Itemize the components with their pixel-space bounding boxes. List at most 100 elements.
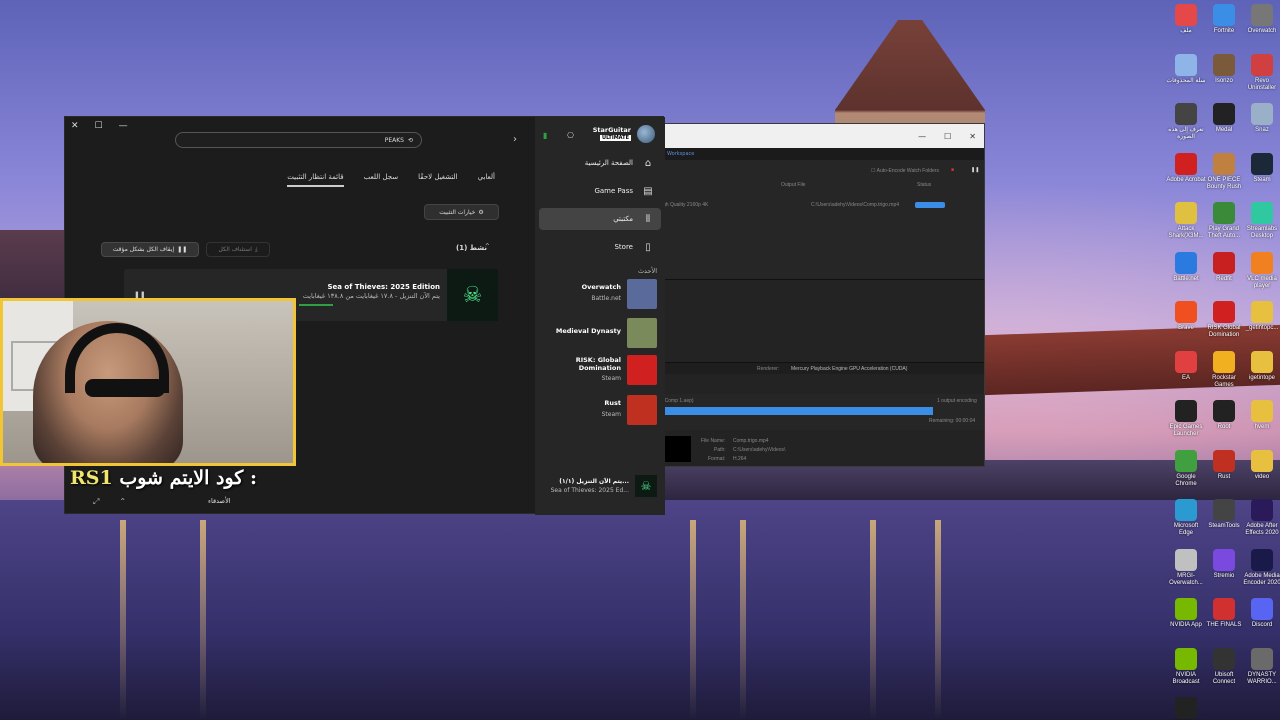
desktop-shortcut[interactable]: video (1242, 448, 1280, 481)
status-progress (915, 202, 945, 208)
recent-game-overwatch[interactable]: Overwatch Battle.net (539, 277, 661, 311)
desktop-shortcut[interactable]: Fortnite (1204, 2, 1244, 35)
pause-all-button[interactable]: إيقاف الكل بشكل مؤقت ❚❚ (101, 242, 199, 257)
desktop-shortcut[interactable]: MRGI-Overwatch... (1166, 547, 1206, 587)
sidebar-item-store[interactable]: Store ▯ (539, 236, 661, 258)
desktop-shortcut-label: Discord (1251, 622, 1273, 628)
desktop-shortcut[interactable]: Adobe Acrobat (1166, 151, 1206, 184)
sidebar-item-label: مكتبتي (613, 215, 633, 223)
desktop-shortcut[interactable]: hvem (1242, 398, 1280, 431)
desktop-shortcut[interactable]: Epic Games Launcher (1166, 398, 1206, 438)
back-chevron-icon[interactable]: › (513, 134, 517, 145)
desktop-shortcut[interactable]: Isonzo (1204, 52, 1244, 85)
desktop-shortcut[interactable]: تعرف إلى هذه الصورة (1166, 101, 1206, 141)
desktop-shortcut[interactable]: Overwatch (1242, 2, 1280, 35)
desktop-shortcut[interactable]: EA (1166, 349, 1206, 382)
desktop-shortcut[interactable]: Attack Shark(X3M... (1166, 200, 1206, 240)
tab-install-queue[interactable]: قائمة انتظار التثبيت (287, 173, 344, 187)
desktop-shortcut[interactable]: NVIDIA App (1166, 596, 1206, 629)
sidebar-item-library[interactable]: مكتبتي ⫴ (539, 208, 661, 230)
desktop-shortcut[interactable]: Play Grand Theft Auto... (1204, 200, 1244, 240)
profile[interactable]: ▮ ⎔ StarGuitar ULTIMATE (541, 123, 659, 145)
desktop-shortcut[interactable]: Brave (1166, 299, 1206, 332)
desktop-shortcut[interactable]: DYNASTY WARRIO... (1242, 646, 1280, 686)
desktop-shortcut[interactable]: Adobe After Effects 2020 (1242, 497, 1280, 537)
search-value: PEAKS (384, 136, 404, 144)
desktop-shortcut[interactable]: VLC media player (1242, 250, 1280, 290)
recent-game-medieval-dynasty[interactable]: Medieval Dynasty (539, 316, 661, 350)
desktop-shortcut[interactable]: OBS Studio (1166, 695, 1206, 720)
desktop-shortcut[interactable]: Microsoft Edge (1166, 497, 1206, 537)
desktop-shortcut[interactable]: سلة المحذوفات (1166, 52, 1206, 85)
renderer-select[interactable]: Mercury Playback Engine GPU Acceleration… (791, 366, 907, 372)
desktop-shortcut[interactable]: _getintopc... (1242, 299, 1280, 332)
expand-icon[interactable]: ⤢ (93, 497, 99, 507)
ea-icon (1175, 350, 1197, 373)
skull-icon: ☠ (462, 282, 483, 308)
desktop-shortcut[interactable]: Ubisoft Connect (1204, 646, 1244, 686)
pause-icon[interactable]: ❚❚ (971, 167, 979, 173)
controller-icon[interactable]: ⎔ (567, 131, 574, 140)
recent-game-rust[interactable]: Rust Steam (539, 393, 661, 427)
desktop-shortcut[interactable]: SteamTools (1204, 497, 1244, 530)
desktop-shortcut[interactable]: Google Chrome (1166, 448, 1206, 488)
tab-play-later[interactable]: التشغيل لاحقًا (418, 173, 457, 187)
output-path-cell[interactable]: C:\Users\adehy\Videos\Comp.trigo.mp4 (811, 202, 899, 208)
tab-play-history[interactable]: سجل اللعب (364, 173, 399, 187)
install-options-button[interactable]: خيارات التثبيت ⚙ (424, 204, 499, 220)
minimize-icon[interactable]: — (119, 121, 128, 131)
pause-icon: ❚❚ (177, 246, 188, 253)
stop-icon[interactable]: ■ (951, 167, 954, 173)
desktop-shortcut[interactable]: ONE PIECE Bounty Rush (1204, 151, 1244, 191)
desktop-shortcut[interactable]: ملف (1166, 2, 1206, 35)
store-icon: ▯ (645, 241, 651, 253)
avatar[interactable] (637, 125, 655, 143)
desktop-shortcut[interactable]: Discord (1242, 596, 1280, 629)
minimize-icon[interactable]: — (918, 132, 926, 141)
desktop-shortcut-label: ONE PIECE Bounty Rush (1206, 176, 1242, 190)
desktop-shortcut[interactable]: Snaz (1242, 101, 1280, 134)
recent-game-risk[interactable]: RISK: Global Domination Steam (539, 353, 661, 387)
sidebar-item-home[interactable]: الصفحة الرئيسية ⌂ (539, 152, 661, 174)
maximize-icon[interactable]: ☐ (95, 121, 103, 131)
desktop-shortcut[interactable]: Root (1204, 398, 1244, 431)
preset-cell[interactable]: gh Quality 2160p 4K (663, 202, 708, 208)
renderer-label: Renderer: (757, 366, 780, 372)
maximize-icon[interactable]: ☐ (944, 132, 951, 141)
desktop-shortcut-label: Rockstar Games (1212, 374, 1236, 388)
desktop-shortcut[interactable]: Medal (1204, 101, 1244, 134)
desktop-shortcut[interactable]: THE FINALS (1204, 596, 1244, 629)
desktop-shortcut[interactable]: RISK Global Domination (1204, 299, 1244, 339)
desktop-shortcut[interactable]: Rust (1204, 448, 1244, 481)
tab-my-games[interactable]: ألعابي (478, 173, 495, 187)
desktop-shortcut[interactable]: igetintope (1242, 349, 1280, 382)
auto-encode-checkbox[interactable]: ☐ Auto-Encode Watch Folders (871, 168, 939, 174)
chevron-up-icon[interactable]: ⌃ (119, 497, 126, 507)
snaz-icon (1251, 103, 1273, 125)
close-icon[interactable]: ✕ (969, 132, 976, 141)
search-input[interactable]: PEAKS ⟲ (175, 132, 422, 148)
desktop-shortcut[interactable]: Steam (1242, 151, 1280, 184)
desktop-shortcut[interactable]: Adobe Media Encoder 2020 (1242, 547, 1280, 587)
download-status-widget[interactable]: يتم الآن التنزيل (١/١)... Sea of Thieves… (539, 473, 661, 501)
sidebar-item-game-pass[interactable]: Game Pass ▤ (539, 180, 661, 202)
media-encoder-window[interactable]: — ☐ ✕ Workspace ☐ Auto-Encode Watch Fold… (660, 123, 985, 467)
friends-label[interactable]: الأصدقاء (208, 497, 231, 505)
desktop-shortcut[interactable]: Revo Uninstaller (1242, 52, 1280, 92)
desktop-shortcut[interactable]: Streamlabs Desktop (1242, 200, 1280, 240)
desktop-shortcut[interactable]: Battle.net (1166, 250, 1206, 283)
notification-icon[interactable]: ▮ (543, 131, 547, 140)
workspace-tab[interactable]: Workspace (661, 148, 984, 160)
resume-all-button[interactable]: استئناف الكل ⤓ (206, 242, 270, 257)
desktop-shortcut[interactable]: NVIDIA Broadcast (1166, 646, 1206, 686)
desktop-shortcut[interactable]: Redfit (1204, 250, 1244, 283)
desktop-shortcut-label: SteamTools (1208, 523, 1240, 529)
ubisoft-icon (1213, 647, 1235, 670)
close-icon[interactable]: ✕ (71, 121, 79, 131)
desktop-shortcut[interactable]: Rockstar Games (1204, 349, 1244, 389)
rockstar-icon (1213, 350, 1235, 373)
library-icon: ⫴ (645, 213, 651, 225)
game-thumbnail: ☠ (635, 475, 657, 497)
root-icon (1213, 400, 1235, 422)
desktop-shortcut[interactable]: Stremio (1204, 547, 1244, 580)
